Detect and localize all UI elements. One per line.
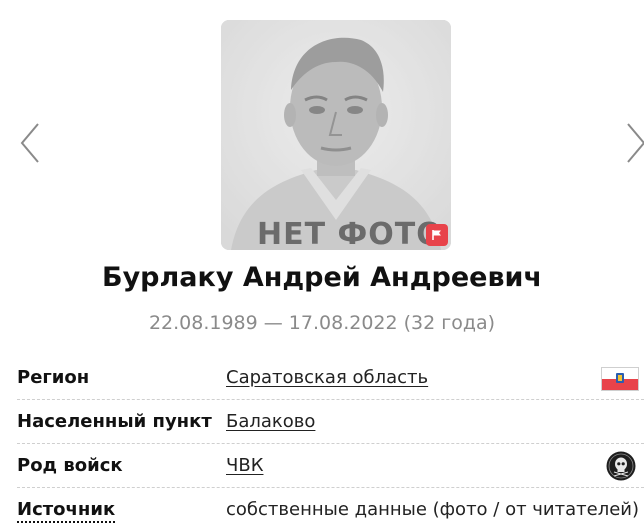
- detail-row-source: Источник собственные данные (фото / от ч…: [17, 488, 644, 527]
- person-card: НЕТ ФОТО Бурлаку Андрей Андреевич 22.08.…: [0, 0, 644, 527]
- silhouette-image: [221, 20, 451, 250]
- detail-row-locality: Населенный пункт Балаково: [17, 400, 644, 444]
- chevron-right-icon[interactable]: [624, 122, 644, 164]
- detail-label-source: Источник: [17, 499, 116, 523]
- locality-link[interactable]: Балаково: [226, 411, 315, 432]
- source-value: собственные данные (фото / от читателей): [226, 499, 639, 520]
- region-link[interactable]: Саратовская область: [226, 367, 428, 388]
- branch-link[interactable]: ЧВК: [226, 455, 263, 476]
- no-photo-label: НЕТ ФОТО: [257, 217, 443, 250]
- detail-label: Населенный пункт: [17, 411, 212, 432]
- region-flag-icon: [601, 367, 639, 391]
- details-table: Регион Саратовская область Населенный пу…: [17, 356, 644, 527]
- detail-row-branch: Род войск ЧВК: [17, 444, 644, 488]
- chevron-left-icon[interactable]: [18, 122, 42, 164]
- life-dates: 22.08.1989 — 17.08.2022 (32 года): [148, 312, 496, 334]
- detail-label: Регион: [17, 367, 90, 388]
- detail-row-region: Регион Саратовская область: [17, 356, 644, 400]
- person-name: Бурлаку Андрей Андреевич: [102, 262, 542, 293]
- skull-emblem-icon: [606, 451, 636, 481]
- portrait-photo: НЕТ ФОТО: [221, 20, 451, 250]
- detail-label: Род войск: [17, 455, 123, 476]
- flag-icon[interactable]: [426, 224, 448, 246]
